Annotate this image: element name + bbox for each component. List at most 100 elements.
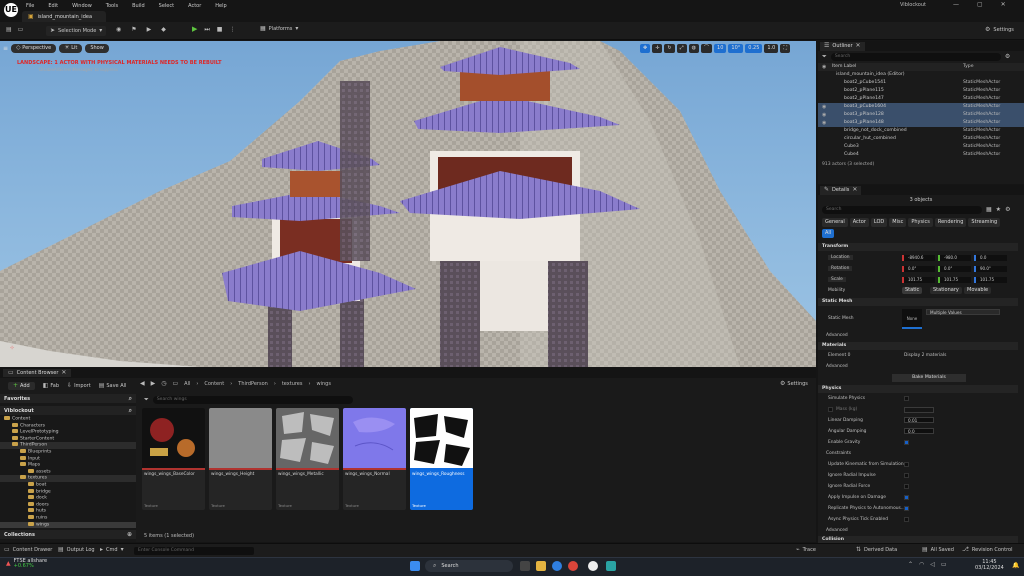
ticker-widget[interactable]: ▲ FTSE allshare +0.67% [6,559,47,569]
chrome-browser-icon[interactable] [568,561,578,571]
add-collection-icon[interactable]: ⊕ [127,531,132,538]
menu-select[interactable]: Select [159,3,174,9]
favorite-star-icon[interactable]: ★ [996,207,1001,213]
content-browser-settings[interactable]: ⚙ Settings [780,381,808,388]
update-kinematic-checkbox[interactable] [904,462,909,467]
notification-bell-icon[interactable]: 🔔 [1012,563,1019,569]
outliner-root[interactable]: island_mountain_idea (Editor) [818,71,1024,79]
output-log-button[interactable]: ▤ Output Log [58,547,95,554]
tree-item[interactable]: Characters [0,422,136,430]
rotation-x[interactable]: 0.0° [902,266,935,272]
linear-damping-field[interactable]: 0.01 [904,417,934,423]
outliner-tab[interactable]: ☰ Outliner ✕ [820,41,865,51]
search-icon[interactable]: ⌕ [129,395,132,402]
scale-dropdown[interactable]: Scale [828,277,846,282]
filter-physics[interactable]: Physics [908,217,933,227]
save-all-button[interactable]: ▤ Save All [99,382,127,389]
windows-start-icon[interactable] [410,561,420,571]
all-saved-button[interactable]: ▤ All Saved [922,547,954,554]
enable-gravity-checkbox[interactable] [904,440,909,445]
bake-materials-button[interactable]: Bake Materials [892,374,966,382]
transform-section[interactable]: Transform [818,243,1018,251]
add-actor-icon[interactable]: ◉ [116,27,121,33]
filter-icon[interactable]: ⏷ [144,396,149,403]
rotate-tool-icon[interactable]: ↻ [664,44,675,53]
tree-item[interactable]: ThirdPerson [0,442,136,449]
stop-icon[interactable]: ■ [217,26,223,33]
tree-item[interactable]: bridge [0,488,136,496]
menu-actor[interactable]: Actor [188,3,201,9]
back-icon[interactable]: ◀ [140,381,145,387]
close-icon[interactable]: ✕ [852,187,857,193]
outliner-row[interactable]: Cube3 StaticMeshActor [818,143,1024,151]
location-y[interactable]: -980.0 [938,255,971,261]
surface-snap-icon[interactable]: ⌒ [701,44,713,53]
settings-button[interactable]: ⚙ Settings [985,27,1014,34]
step-icon[interactable]: ⏭ [204,26,209,33]
outliner-row[interactable]: boat2_pPlane147 StaticMeshActor [818,95,1024,103]
menu-help[interactable]: Help [215,3,226,9]
cinematics-icon[interactable]: ▶ [147,27,152,33]
breadcrumb-wings[interactable]: wings [317,381,331,387]
tree-item[interactable]: huts [0,508,136,515]
unreal-logo-icon[interactable]: UE [4,3,18,17]
filter-icon[interactable]: ⏷ [822,54,827,60]
maximize-viewport-icon[interactable]: ⛶ [780,44,790,53]
outliner-search-input[interactable]: Search [830,53,1001,61]
more-options-icon[interactable]: ⋮ [229,26,235,33]
unreal-engine-taskbar-icon[interactable] [588,561,598,571]
tree-item[interactable]: Content [0,416,136,423]
asset-tile[interactable]: wings_wings_BaseColor Texture [142,408,205,510]
cmd-dropdown[interactable]: ▸ Cmd ▾ [100,547,124,554]
derived-data-button[interactable]: ⇅ Derived Data [856,547,897,554]
history-icon[interactable]: ◷ [161,381,166,387]
perspective-button[interactable]: ◇ Perspective [11,44,57,53]
static-mesh-dropdown[interactable]: Multiple Values [926,309,1000,315]
scale-tool-icon[interactable]: ⤢ [676,44,687,53]
advanced-expander[interactable]: Advanced [826,528,848,533]
import-button[interactable]: ⇩ Import [67,382,91,389]
forward-icon[interactable]: ▶ [151,381,156,387]
col-item-label[interactable]: Item Label [832,63,856,71]
materials-section[interactable]: Materials [818,342,1018,350]
edge-browser-icon[interactable] [552,561,562,571]
table-view-icon[interactable]: ▦ [986,207,992,213]
collision-section[interactable]: Collision [818,536,1018,543]
static-mesh-section[interactable]: Static Mesh [818,298,1018,306]
outliner-row[interactable]: bridge_not_dock_combined StaticMeshActor [818,127,1024,135]
camera-speed-value[interactable]: 1.0 [764,44,779,53]
menu-edit[interactable]: Edit [48,3,58,9]
filter-rendering[interactable]: Rendering [934,217,967,227]
selection-mode-dropdown[interactable]: ➤ Selection Mode ▾ [46,26,107,36]
content-browser-tab[interactable]: ▭ Content Browser ✕ [3,369,72,377]
wifi-icon[interactable]: ◠ [919,562,924,568]
display-materials[interactable]: Display 2 materials [904,353,946,358]
select-tool-icon[interactable]: ✥ [640,44,651,53]
mobility-stationary[interactable]: Stationary [930,287,962,294]
platforms-dropdown[interactable]: ▦ Platforms ▾ [260,26,298,33]
async-physics-checkbox[interactable] [904,517,909,522]
translate-tool-icon[interactable]: ✛ [652,44,663,53]
menu-window[interactable]: Window [72,3,92,9]
close-icon[interactable]: ✕ [856,43,861,49]
lit-button[interactable]: ☀ Lit [59,44,83,53]
trace-dropdown[interactable]: ⌁ Trace [796,547,816,554]
visibility-icon[interactable]: ◉ [822,103,826,111]
asset-tile-selected[interactable]: wings_wings_Roughness Texture [410,408,473,510]
gear-icon[interactable]: ⚙ [1005,207,1010,213]
col-type[interactable]: Type [963,63,974,71]
volume-icon[interactable]: ◁ [930,562,935,568]
visibility-icon[interactable]: ◉ [822,119,826,127]
physics-section[interactable]: Physics [818,385,1018,393]
angle-snap-value[interactable]: 10° [728,44,744,53]
outliner-row[interactable]: boat2_pCube1541 StaticMeshActor [818,79,1024,87]
ignore-radial-force-checkbox[interactable] [904,484,909,489]
filter-all[interactable]: All [822,228,835,238]
close-icon[interactable]: ✕ [1001,2,1006,8]
menu-tools[interactable]: Tools [106,3,118,9]
advanced-expander[interactable]: Advanced [826,333,848,338]
filter-streaming[interactable]: Streaming [968,217,1001,227]
task-view-icon[interactable] [520,561,530,571]
outliner-row[interactable]: circular_hut_combined StaticMeshActor [818,135,1024,143]
tree-item[interactable]: ruins [0,514,136,522]
